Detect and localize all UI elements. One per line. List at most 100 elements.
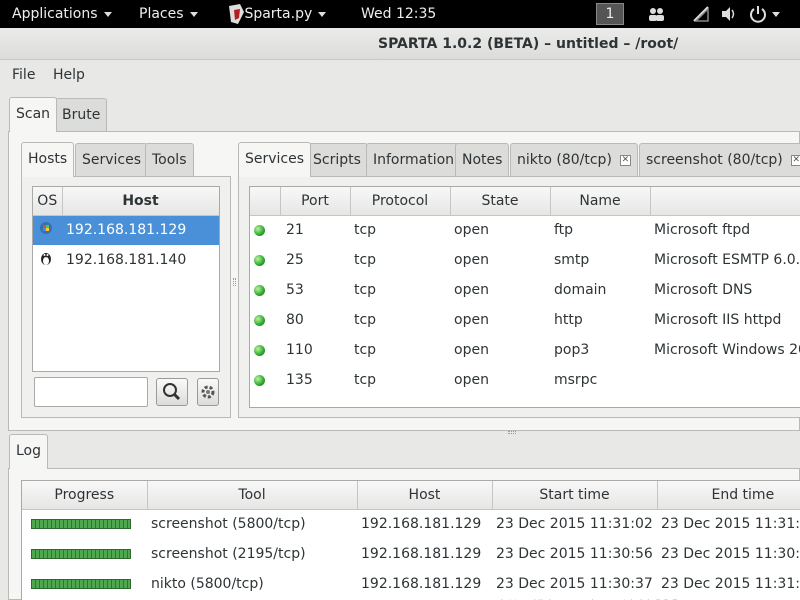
table-row[interactable]: 25 tcp open smtp Microsoft ESMTP 6.0.3 — [250, 245, 800, 275]
menubar: File Help — [0, 61, 800, 91]
cell-end-time: 23 Dec 2015 11:31:0 — [661, 576, 800, 592]
cell-version: Microsoft ESMTP 6.0.3 — [654, 252, 800, 268]
table-row[interactable]: screenshot (2195/tcp) 192.168.181.129 23 D… — [22, 539, 800, 569]
status-open-icon — [254, 284, 265, 296]
cell-state: open — [454, 312, 489, 328]
cell-version: Microsoft ftpd — [654, 222, 751, 239]
cell-protocol: tcp — [354, 342, 377, 358]
table-row[interactable]: 192.168.181.140 — [33, 245, 219, 275]
cell-state: open — [454, 252, 489, 268]
menu-help[interactable]: Help — [53, 67, 85, 83]
cell-start-time: 23 Dec 2015 11:31:02 — [496, 516, 653, 533]
menu-file[interactable]: File — [12, 67, 35, 83]
volume-icon[interactable] — [720, 6, 738, 22]
status-open-icon — [254, 314, 265, 326]
advanced-filter-button[interactable] — [197, 378, 219, 406]
column-port[interactable]: Port — [280, 187, 351, 216]
table-row[interactable]: 135 tcp open msrpc — [250, 365, 800, 395]
cell-version: Microsoft IIS httpd — [654, 312, 782, 328]
table-row[interactable]: 110 tcp open pop3 Microsoft Windows 200 — [250, 335, 800, 365]
cell-version — [650, 365, 800, 395]
chevron-down-icon[interactable] — [772, 12, 780, 17]
cell-name: domain — [554, 282, 607, 298]
table-row[interactable]: nikto (5800/tcp) 192.168.181.129 23 Dec 20… — [22, 569, 800, 599]
window-title: SPARTA 1.0.2 (BETA) – untitled – /root/ — [378, 36, 679, 52]
cell-name: smtp — [554, 252, 590, 268]
cell-protocol: tcp — [354, 312, 377, 328]
column-progress[interactable]: Progress — [22, 481, 148, 510]
people-icon[interactable] — [647, 6, 665, 22]
column-name[interactable]: Name — [550, 187, 651, 216]
cell-tool: nikto (5800/tcp) — [151, 576, 264, 592]
cell-port: 25 — [286, 252, 304, 268]
host-ip: 192.168.181.140 — [66, 252, 187, 268]
applications-label: Applications — [12, 6, 98, 22]
cell-host: 192.168.181.129 — [361, 516, 482, 533]
close-icon[interactable]: ✕ — [790, 154, 800, 166]
cell-protocol: tcp — [354, 252, 377, 268]
services-panel: Port Protocol State Name Ve 21 tcp open ftp… — [238, 176, 800, 418]
chevron-down-icon — [189, 11, 198, 17]
table-row[interactable]: 80 tcp open http Microsoft IIS httpd — [250, 305, 800, 335]
column-start-time[interactable]: Start time — [492, 481, 658, 510]
cell-tool: screenshot (5800/tcp) — [151, 516, 306, 533]
table-row[interactable]: 192.168.181.129 — [33, 215, 219, 245]
magnifier-icon — [163, 383, 181, 401]
column-host[interactable]: Host — [62, 187, 219, 216]
tab-brute[interactable]: Brute — [55, 98, 108, 132]
column-status[interactable] — [250, 187, 281, 216]
tab-nikto-80[interactable]: nikto (80/tcp) ✕ — [510, 143, 638, 177]
column-protocol[interactable]: Protocol — [350, 187, 451, 216]
power-icon[interactable] — [749, 5, 767, 23]
host-search-input[interactable] — [34, 377, 148, 407]
cell-state: open — [454, 372, 489, 388]
column-end-time[interactable]: End time — [657, 481, 800, 510]
tab-scripts[interactable]: Scripts — [306, 143, 368, 177]
column-log-host[interactable]: Host — [357, 481, 493, 510]
table-row[interactable]: 53 tcp open domain Microsoft DNS — [250, 275, 800, 305]
tab-information[interactable]: Information — [366, 143, 462, 177]
places-menu[interactable]: Places — [139, 0, 198, 28]
tab-services-left[interactable]: Services — [75, 143, 149, 177]
tab-scan[interactable]: Scan — [9, 97, 58, 132]
network-wireless-off-icon[interactable] — [692, 5, 710, 23]
cell-host: 192.168.181.129 — [361, 576, 482, 592]
hosts-panel: OS Host 192.168.181.129 192.168.181.140 — [21, 176, 231, 418]
splitter-handle[interactable] — [233, 278, 236, 286]
windows-icon — [40, 222, 52, 235]
app-menu[interactable]: Sparta.py — [226, 0, 327, 28]
progress-bar — [31, 549, 131, 559]
window-titlebar[interactable]: SPARTA 1.0.2 (BETA) – untitled – /root/ — [0, 28, 800, 60]
cell-name: msrpc — [554, 372, 598, 388]
clock[interactable]: Wed 12:35 — [361, 0, 436, 28]
table-row[interactable]: screenshot (5800/tcp) 192.168.181.129 23 D… — [22, 509, 800, 539]
cell-port: 53 — [286, 282, 304, 298]
cell-port: 135 — [286, 372, 313, 388]
tab-services[interactable]: Services — [238, 142, 312, 177]
close-icon[interactable]: ✕ — [619, 154, 631, 166]
column-version[interactable]: Ve — [650, 187, 800, 216]
chevron-down-icon — [103, 11, 112, 17]
tab-hosts[interactable]: Hosts — [21, 142, 75, 177]
table-row[interactable]: 21 tcp open ftp Microsoft ftpd — [250, 215, 800, 245]
tab-label: screenshot (80/tcp) — [646, 152, 783, 168]
cell-protocol: tcp — [354, 222, 377, 239]
tab-notes[interactable]: Notes — [455, 143, 510, 177]
column-tool[interactable]: Tool — [147, 481, 358, 510]
tab-screenshot-80[interactable]: screenshot (80/tcp) ✕ — [639, 143, 800, 177]
linux-tux-icon — [41, 253, 51, 265]
applications-menu[interactable]: Applications — [12, 0, 112, 28]
gear-icon — [201, 385, 215, 399]
tab-tools[interactable]: Tools — [145, 143, 194, 177]
tab-log[interactable]: Log — [9, 434, 49, 469]
host-ip: 192.168.181.129 — [66, 222, 187, 239]
status-open-icon — [254, 344, 265, 356]
chevron-down-icon — [318, 11, 327, 17]
column-os[interactable]: OS — [33, 187, 63, 216]
workspace-indicator[interactable]: 1 — [596, 3, 624, 25]
cell-state: open — [454, 282, 489, 298]
splitter-handle[interactable] — [508, 431, 516, 434]
search-button[interactable] — [156, 378, 188, 406]
status-open-icon — [254, 224, 265, 236]
column-state[interactable]: State — [450, 187, 551, 216]
